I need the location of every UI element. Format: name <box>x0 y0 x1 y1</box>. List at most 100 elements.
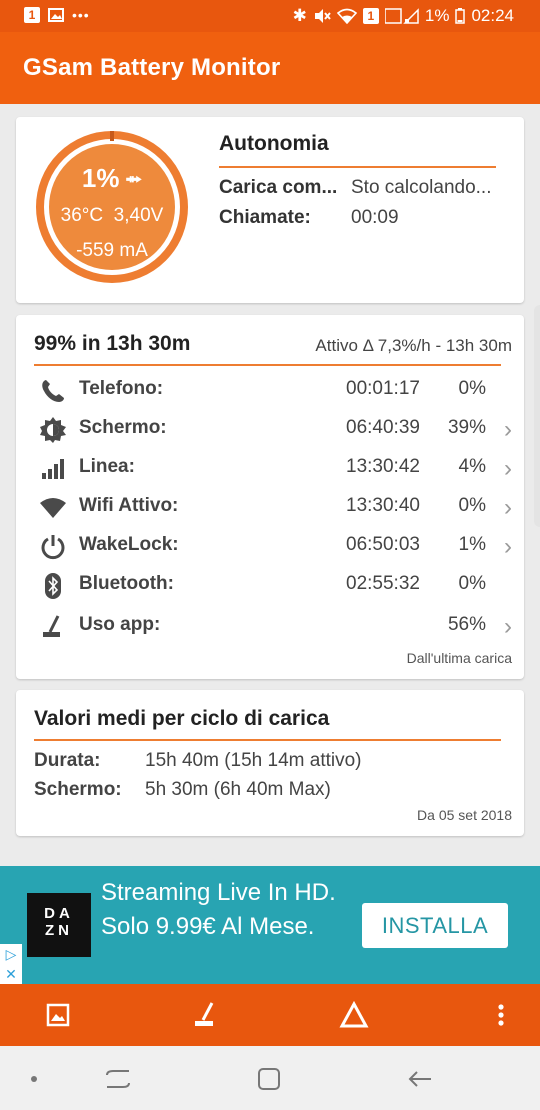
average-duration-label: Durata: <box>34 750 101 771</box>
usage-time: 06:50:03 <box>346 534 420 555</box>
more-options-icon[interactable] <box>486 1000 516 1030</box>
app-bar: GSam Battery Monitor <box>0 32 540 104</box>
usage-time: 13:30:42 <box>346 456 420 477</box>
chevron-right-icon[interactable]: › <box>504 416 512 444</box>
dazn-logo: DA ZN <box>27 893 91 957</box>
usage-percent: 0% <box>458 573 486 594</box>
charge-value: Sto calcolando... <box>351 177 492 198</box>
battery-percent: 1% <box>81 163 120 193</box>
gallery-notification-icon <box>48 8 64 22</box>
usage-time: 13:30:40 <box>346 495 420 516</box>
average-screen-label: Schermo: <box>34 779 122 800</box>
battery-status-card[interactable]: 1% ⭼ 36°C 3,40V -559 mA Autonomia Carica … <box>16 117 524 303</box>
battery-gauge-text: 1% ⭼ 36°C 3,40V -559 mA <box>34 129 190 285</box>
usage-label: Telefono: <box>79 378 164 399</box>
mute-icon <box>314 9 331 23</box>
app-usage-action-icon[interactable] <box>190 1000 220 1030</box>
chevron-right-icon[interactable]: › <box>504 533 512 561</box>
battery-temperature: 36°C <box>60 205 104 226</box>
usage-row-wifi[interactable]: Wifi Attivo: 13:30:40 0% › <box>16 490 524 526</box>
autonomy-title: Autonomia <box>219 132 329 155</box>
power-icon <box>41 535 65 560</box>
scroll-edge-handle[interactable] <box>534 305 540 527</box>
screen-brightness-icon <box>40 417 66 443</box>
status-left: 1 ••• <box>24 7 90 23</box>
home-icon[interactable] <box>254 1064 284 1094</box>
logo-line-2: ZN <box>45 922 73 939</box>
divider <box>219 166 496 168</box>
battery-gauge[interactable]: 1% ⭼ 36°C 3,40V -559 mA <box>34 129 190 285</box>
temp-voltage-row: 36°C 3,40V <box>34 205 190 227</box>
more-notifications-icon: ••• <box>72 7 90 23</box>
average-duration-value: 15h 40m (15h 14m attivo) <box>145 750 362 771</box>
signal-icon <box>42 459 64 479</box>
status-bar: 1 ••• ✱ 1 1% 02:24 <box>0 0 540 32</box>
delta-icon[interactable] <box>339 1000 369 1030</box>
usage-row-apps[interactable]: Uso app: 56% › <box>16 609 524 645</box>
clock: 02:24 <box>471 6 514 25</box>
battery-percent-row: 1% ⭼ <box>34 163 190 201</box>
usage-row-signal[interactable]: Linea: 13:30:42 4% › <box>16 451 524 487</box>
usage-label: Uso app: <box>79 614 161 635</box>
usage-percent: 39% <box>447 417 486 438</box>
logo-line-1: DA <box>44 905 74 922</box>
average-screen-value: 5h 30m (6h 40m Max) <box>145 779 331 800</box>
battery-current: -559 mA <box>76 240 148 261</box>
sim-badge: 1 <box>362 8 379 24</box>
chevron-right-icon[interactable]: › <box>504 613 512 641</box>
recent-apps-icon[interactable] <box>103 1064 133 1094</box>
install-button[interactable]: INSTALLA <box>362 903 508 948</box>
wifi-icon <box>40 498 66 518</box>
charge-label: Carica com... <box>219 177 338 198</box>
app-usage-icon <box>43 615 60 637</box>
usage-row-screen[interactable]: Schermo: 06:40:39 39% › <box>16 412 524 448</box>
usage-row-phone[interactable]: Telefono: 00:01:17 0% <box>16 373 524 409</box>
divider <box>34 364 501 366</box>
battery-voltage: 3,40V <box>113 205 164 226</box>
usage-time: 02:55:32 <box>346 573 420 594</box>
averages-footer: Da 05 set 2018 <box>417 807 512 823</box>
bluetooth-icon <box>45 573 61 599</box>
usage-label: Linea: <box>79 456 135 477</box>
usage-row-wakelock[interactable]: WakeLock: 06:50:03 1% › <box>16 529 524 565</box>
usage-percent: 0% <box>458 378 486 399</box>
battery-status-icon <box>455 8 466 24</box>
usage-row-bluetooth[interactable]: Bluetooth: 02:55:32 0% <box>16 568 524 604</box>
nav-dot-icon[interactable] <box>19 1064 49 1094</box>
usage-label: Wifi Attivo: <box>79 495 179 516</box>
ad-close-icon[interactable]: ✕ <box>0 964 22 984</box>
wifi-status-icon <box>336 8 357 24</box>
usage-footer: Dall'ultima carica <box>406 650 512 666</box>
usage-time: 00:01:17 <box>346 378 420 399</box>
usage-card: 99% in 13h 30m Attivo Δ 7,3%/h - 13h 30m… <box>16 315 524 679</box>
status-right: ✱ 1 1% 02:24 <box>293 6 514 26</box>
chevron-right-icon[interactable]: › <box>504 494 512 522</box>
ad-text[interactable]: Streaming Live In HD. Solo 9.99€ Al Mese… <box>101 876 341 944</box>
averages-card: Valori medi per ciclo di carica Durata: … <box>16 690 524 836</box>
image-icon[interactable] <box>43 1000 73 1030</box>
usage-label: Bluetooth: <box>79 573 174 594</box>
usage-title: 99% in 13h 30m <box>34 332 191 355</box>
signal-status-icon <box>384 8 419 24</box>
app-title: GSam Battery Monitor <box>23 54 281 81</box>
bottom-action-bar <box>0 984 540 1046</box>
usage-label: Schermo: <box>79 417 167 438</box>
usage-percent: 0% <box>458 495 486 516</box>
calls-value: 00:09 <box>351 207 399 228</box>
usage-time: 06:40:39 <box>346 417 420 438</box>
usage-subtitle: Attivo Δ 7,3%/h - 13h 30m <box>315 336 512 355</box>
system-navigation-bar <box>0 1046 540 1110</box>
ad-banner[interactable]: DA ZN Streaming Live In HD. Solo 9.99€ A… <box>0 866 540 984</box>
usb-icon: ⭼ <box>125 167 143 192</box>
averages-title: Valori medi per ciclo di carica <box>34 707 330 730</box>
usage-percent: 56% <box>447 614 486 635</box>
ad-choices[interactable]: ▷ ✕ <box>0 944 22 984</box>
notification-count-badge: 1 <box>24 7 40 23</box>
phone-icon <box>42 380 64 402</box>
ad-choices-play-icon[interactable]: ▷ <box>0 944 22 964</box>
chevron-right-icon[interactable]: › <box>504 455 512 483</box>
bluetooth-status-icon: ✱ <box>292 6 307 25</box>
back-icon[interactable] <box>405 1064 435 1094</box>
battery-percent-status: 1% <box>424 6 450 25</box>
usage-percent: 4% <box>458 456 486 477</box>
